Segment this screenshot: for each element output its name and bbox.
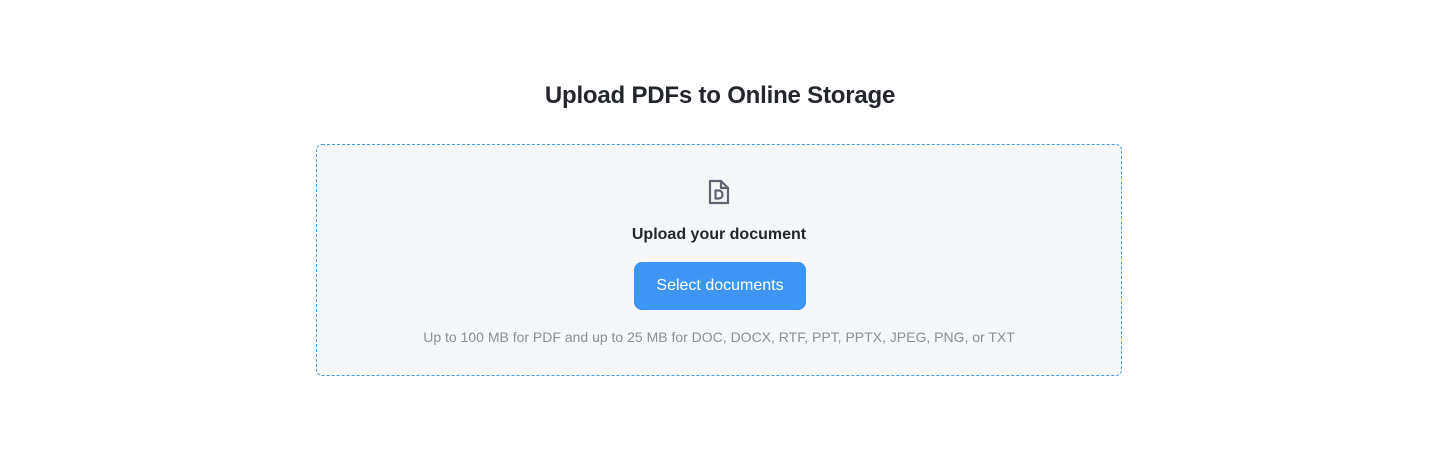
dropzone-heading: Upload your document <box>631 226 807 243</box>
select-documents-button[interactable]: Select documents <box>634 262 806 310</box>
upload-page: Upload PDFs to Online Storage Upload you… <box>0 0 1440 458</box>
file-size-hint: Up to 100 MB for PDF and up to 25 MB for… <box>423 329 1015 345</box>
document-icon <box>706 178 732 206</box>
upload-dropzone[interactable]: Upload your document Select documents Up… <box>316 144 1122 376</box>
page-title: Upload PDFs to Online Storage <box>544 82 896 109</box>
